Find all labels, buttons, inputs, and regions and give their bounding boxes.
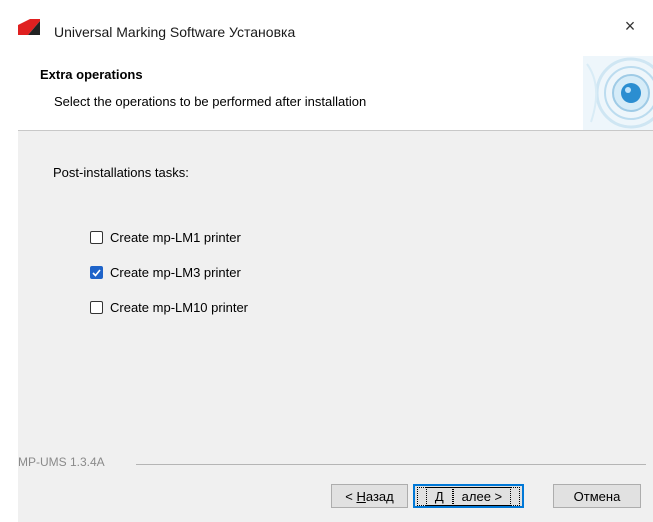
window-title: Universal Marking Software Установка — [54, 24, 296, 40]
tasks-label: Post-installations tasks: — [53, 165, 189, 180]
task-checkbox-row-lm3[interactable]: Create mp-LM3 printer — [90, 265, 241, 280]
app-logo-icon — [18, 19, 40, 35]
checkbox-lm10[interactable] — [90, 301, 103, 314]
wizard-content: Post-installations tasks: Create mp-LM1 … — [18, 131, 653, 522]
next-button[interactable]: Далее > — [413, 484, 524, 508]
title-bar: Universal Marking Software Установка × — [0, 0, 653, 44]
wizard-header: Extra operations Select the operations t… — [18, 56, 653, 131]
cancel-button[interactable]: Отмена — [553, 484, 641, 508]
checkbox-lm1[interactable] — [90, 231, 103, 244]
next-button-label: Далее > — [416, 486, 521, 506]
separator-line — [136, 464, 646, 465]
task-checkbox-row-lm10[interactable]: Create mp-LM10 printer — [90, 300, 248, 315]
back-button[interactable]: < Назад — [331, 484, 408, 508]
checkbox-label-lm10[interactable]: Create mp-LM10 printer — [110, 300, 248, 315]
checkbox-label-lm3[interactable]: Create mp-LM3 printer — [110, 265, 241, 280]
close-icon: × — [624, 15, 636, 36]
checkbox-label-lm1[interactable]: Create mp-LM1 printer — [110, 230, 241, 245]
checkmark-icon — [92, 268, 101, 277]
version-label: MP-UMS 1.3.4A — [18, 455, 105, 469]
page-subtitle: Select the operations to be performed af… — [54, 94, 367, 109]
header-graphic-icon — [583, 56, 653, 130]
close-button[interactable]: × — [607, 8, 653, 44]
back-button-label: < Назад — [345, 488, 394, 504]
task-checkbox-row-lm1[interactable]: Create mp-LM1 printer — [90, 230, 241, 245]
page-title: Extra operations — [40, 67, 143, 82]
version-row: MP-UMS 1.3.4A — [18, 455, 653, 471]
checkbox-lm3[interactable] — [90, 266, 103, 279]
